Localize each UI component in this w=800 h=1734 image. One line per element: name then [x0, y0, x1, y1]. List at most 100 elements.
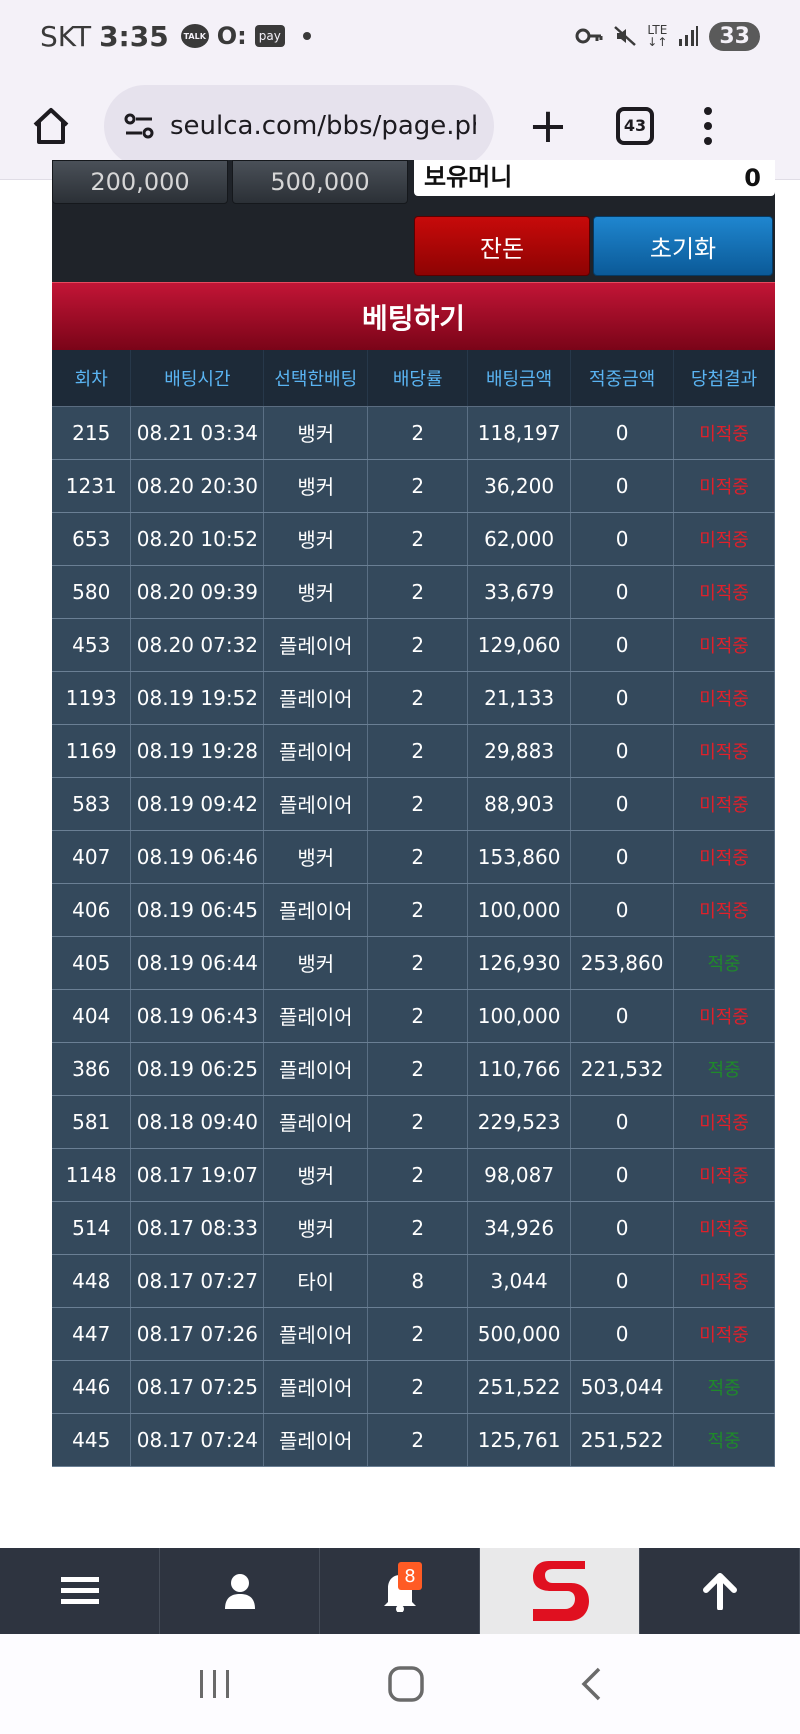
- cell-odds: 2: [367, 1413, 469, 1467]
- home-button[interactable]: [26, 101, 76, 151]
- arrow-up-icon: [702, 1573, 737, 1610]
- more-notifications-dot: [302, 32, 311, 40]
- col-bet-amount: 배팅금액: [467, 350, 572, 407]
- cell-bet-time: 08.17 19:07: [130, 1148, 265, 1202]
- cell-bet-amount: 118,197: [467, 406, 572, 460]
- cell-round: 653: [52, 512, 132, 566]
- cell-bet-amount: 100,000: [467, 989, 572, 1043]
- cell-odds: 2: [367, 406, 469, 460]
- lte-icon: LTE ↓↑: [647, 23, 668, 49]
- table-row: 448 08.17 07:27 타이 8 3,044 0 미적중: [52, 1254, 775, 1308]
- cell-result: 미적중: [673, 989, 775, 1043]
- kakaotalk-icon: TALK: [180, 24, 209, 48]
- new-tab-button[interactable]: +: [526, 102, 570, 150]
- cell-round: 407: [52, 830, 132, 884]
- clock: 3:35: [99, 19, 169, 53]
- cell-bet-time: 08.17 07:24: [130, 1413, 265, 1467]
- cell-round: 514: [52, 1201, 132, 1255]
- cell-round: 445: [52, 1413, 132, 1467]
- control-panel: 200,000 500,000 보유머니 0 잔돈 초기화: [52, 160, 775, 282]
- table-row: 514 08.17 08:33 뱅커 2 34,926 0 미적중: [52, 1201, 775, 1255]
- cell-bet-time: 08.17 07:27: [130, 1254, 265, 1308]
- cell-bet-amount: 500,000: [467, 1307, 572, 1361]
- nav-scroll-top-button[interactable]: [640, 1548, 800, 1634]
- balance-value: 0: [744, 164, 761, 192]
- cell-odds: 2: [367, 1148, 469, 1202]
- o-icon: O:: [216, 22, 247, 50]
- cell-selection: 플레이어: [263, 618, 369, 672]
- url-text[interactable]: seulca.com/bbs/page.php: [170, 111, 476, 141]
- browser-menu-button[interactable]: [702, 106, 714, 145]
- cell-bet-time: 08.19 19:52: [130, 671, 265, 725]
- reset-button[interactable]: 초기화: [593, 216, 773, 276]
- cell-bet-time: 08.19 19:28: [130, 724, 265, 778]
- cell-round: 448: [52, 1254, 132, 1308]
- cell-result: 미적중: [673, 777, 775, 831]
- cell-odds: 2: [367, 1042, 469, 1096]
- cell-result: 미적중: [673, 565, 775, 619]
- nav-user-button[interactable]: [160, 1548, 320, 1634]
- back-icon[interactable]: [579, 1666, 603, 1702]
- table-row: 1148 08.17 19:07 뱅커 2 98,087 0 미적중: [52, 1148, 775, 1202]
- cell-bet-amount: 62,000: [467, 512, 572, 566]
- cell-bet-time: 08.20 09:39: [130, 565, 265, 619]
- nav-menu-button[interactable]: [0, 1548, 160, 1634]
- nav-home-logo-button[interactable]: [480, 1548, 640, 1634]
- site-bottom-nav: 8: [0, 1548, 800, 1634]
- cell-bet-amount: 110,766: [467, 1042, 572, 1096]
- cell-round: 453: [52, 618, 132, 672]
- betting-header: 베팅하기: [52, 282, 775, 350]
- table-row: 583 08.19 09:42 플레이어 2 88,903 0 미적중: [52, 777, 775, 831]
- carrier-label: SKT: [40, 19, 92, 53]
- cell-bet-amount: 98,087: [467, 1148, 572, 1202]
- menu-dot: [704, 121, 712, 130]
- change-button[interactable]: 잔돈: [414, 216, 590, 276]
- cell-bet-time: 08.20 10:52: [130, 512, 265, 566]
- cell-result: 미적중: [673, 830, 775, 884]
- cell-selection: 플레이어: [263, 724, 369, 778]
- cell-selection: 뱅커: [263, 406, 369, 460]
- cell-selection: 플레이어: [263, 777, 369, 831]
- cell-result: 미적중: [673, 512, 775, 566]
- amount-200000-button[interactable]: 200,000: [52, 160, 228, 204]
- cell-round: 1169: [52, 724, 132, 778]
- amount-500000-button[interactable]: 500,000: [232, 160, 408, 204]
- status-bar: SKT 3:35 TALK O: pay LTE ↓↑ 33: [0, 0, 800, 72]
- cell-win-amount: 0: [570, 1095, 675, 1149]
- cell-bet-time: 08.17 07:25: [130, 1360, 265, 1414]
- table-row: 405 08.19 06:44 뱅커 2 126,930 253,860 적중: [52, 936, 775, 990]
- table-row: 453 08.20 07:32 플레이어 2 129,060 0 미적중: [52, 618, 775, 672]
- table-row: 386 08.19 06:25 플레이어 2 110,766 221,532 적중: [52, 1042, 775, 1096]
- cell-win-amount: 0: [570, 989, 675, 1043]
- cell-selection: 플레이어: [263, 1042, 369, 1096]
- cell-round: 215: [52, 406, 132, 460]
- address-bar[interactable]: seulca.com/bbs/page.php: [104, 84, 494, 167]
- cell-selection: 뱅커: [263, 459, 369, 513]
- table-row: 581 08.18 09:40 플레이어 2 229,523 0 미적중: [52, 1095, 775, 1149]
- home-nav-icon[interactable]: [387, 1665, 425, 1703]
- cell-win-amount: 0: [570, 883, 675, 937]
- cell-result: 미적중: [673, 406, 775, 460]
- cell-round: 1193: [52, 671, 132, 725]
- cell-win-amount: 253,860: [570, 936, 675, 990]
- cell-result: 미적중: [673, 1254, 775, 1308]
- betting-history-table: 회차 배팅시간 선택한배팅 배당률 배팅금액 적중금액 당첨결과 215 08.2…: [52, 350, 775, 1467]
- tab-switcher-button[interactable]: 43: [616, 106, 654, 145]
- cell-win-amount: 503,044: [570, 1360, 675, 1414]
- cell-selection: 플레이어: [263, 989, 369, 1043]
- nav-notification-button[interactable]: 8: [320, 1548, 480, 1634]
- cell-bet-amount: 129,060: [467, 618, 572, 672]
- cell-result: 적중: [673, 1360, 775, 1414]
- cell-selection: 플레이어: [263, 1360, 369, 1414]
- cell-win-amount: 0: [570, 1148, 675, 1202]
- site-settings-icon[interactable]: [122, 109, 156, 143]
- cell-bet-time: 08.19 06:25: [130, 1042, 265, 1096]
- table-row: 1193 08.19 19:52 플레이어 2 21,133 0 미적중: [52, 671, 775, 725]
- cell-odds: 2: [367, 936, 469, 990]
- recent-apps-icon[interactable]: [197, 1668, 233, 1700]
- cell-win-amount: 0: [570, 671, 675, 725]
- col-bet-time: 배팅시간: [130, 350, 265, 407]
- cell-round: 404: [52, 989, 132, 1043]
- cell-selection: 뱅커: [263, 1148, 369, 1202]
- notification-icons: TALK O: pay: [180, 22, 311, 50]
